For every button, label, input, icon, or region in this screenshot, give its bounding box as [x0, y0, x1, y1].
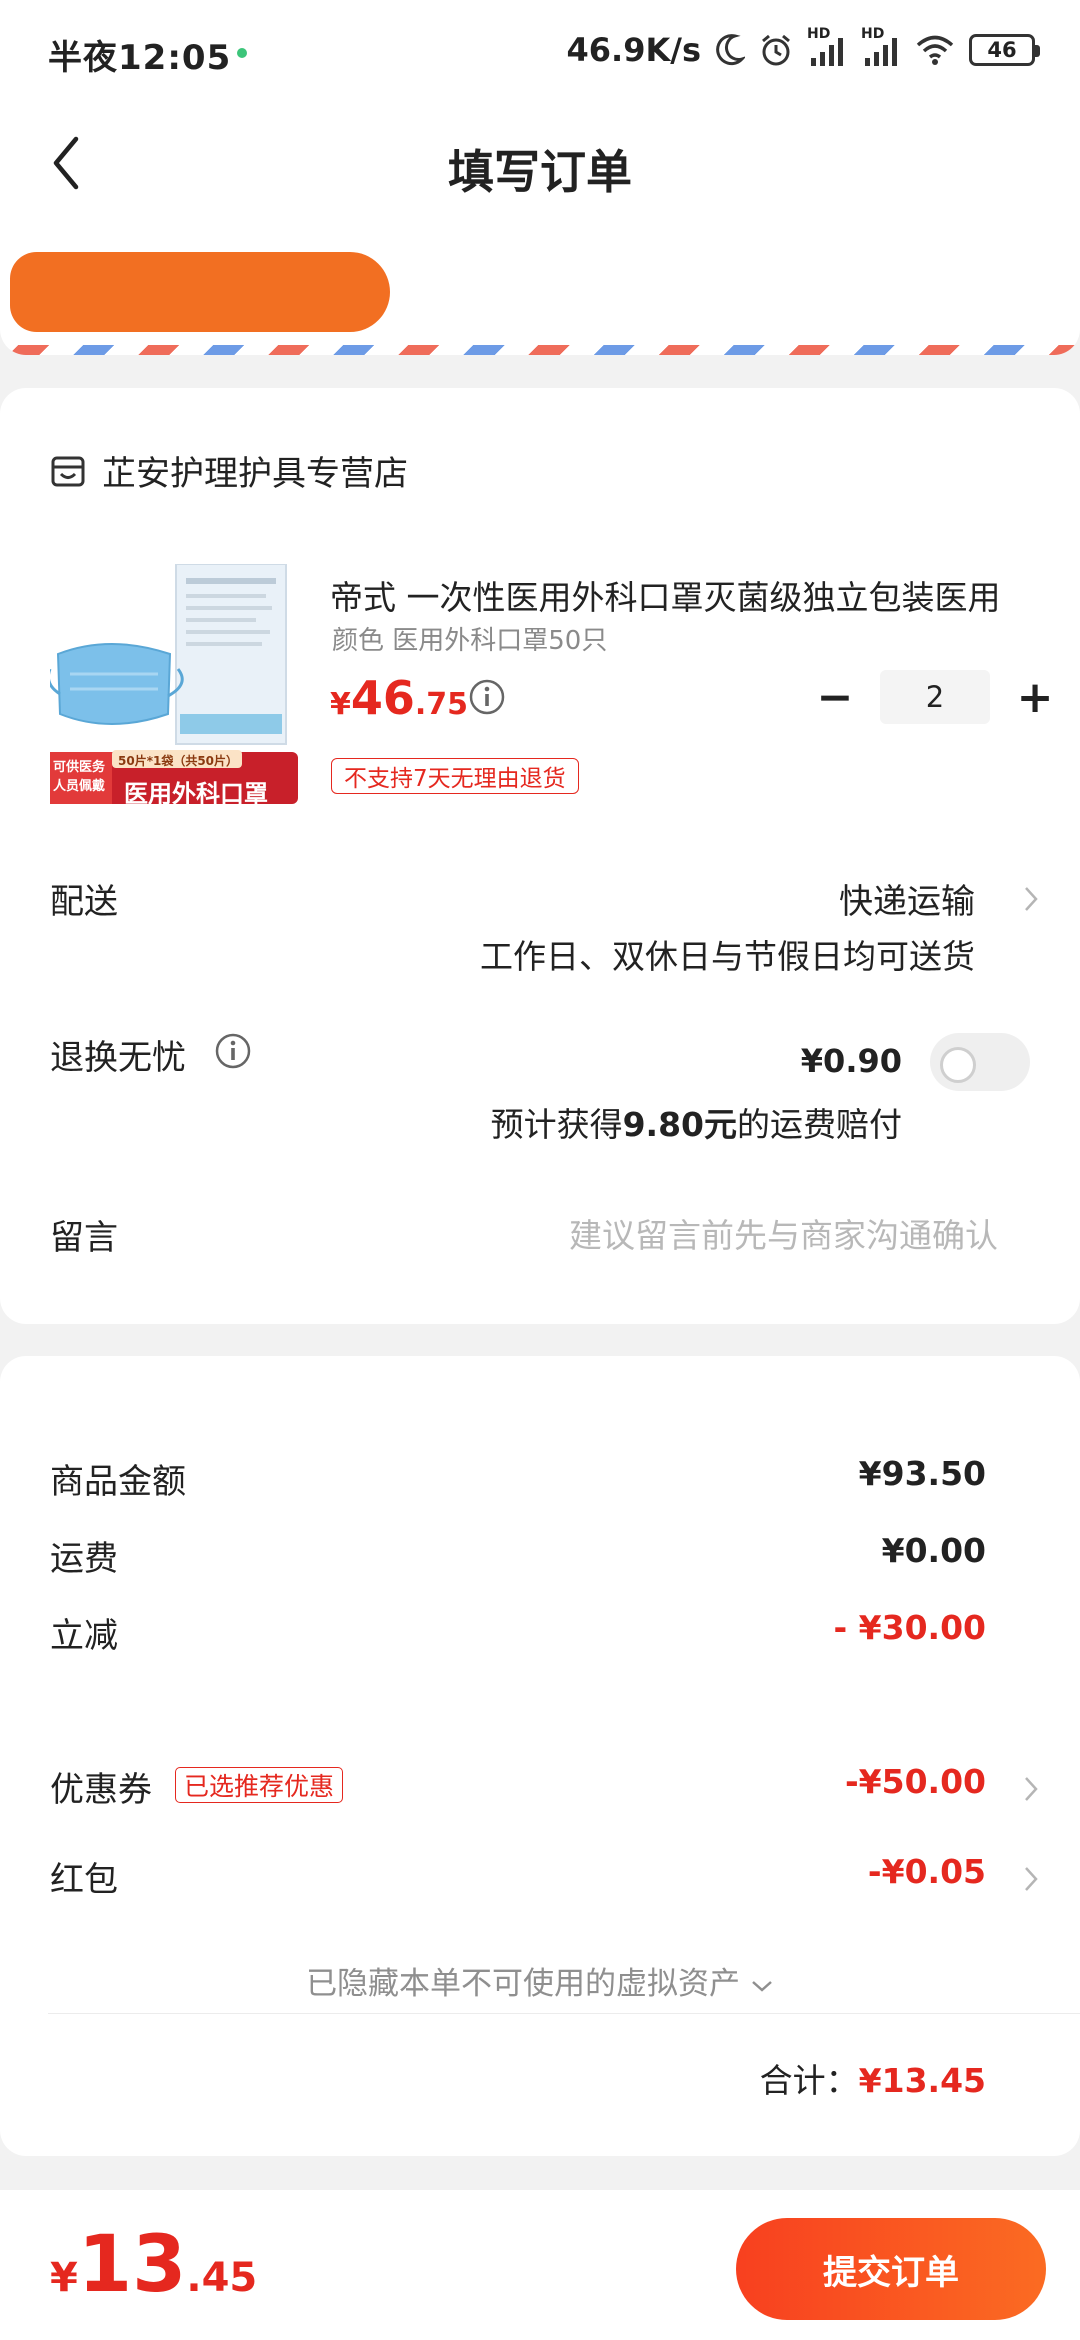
redpacket-value[interactable]: -¥0.05 — [868, 1852, 986, 1891]
delivery-note: 工作日、双休日与节假日均可送货 — [480, 937, 975, 976]
product-price-currency: ¥ — [330, 687, 351, 722]
submit-order-button[interactable]: 提交订单 — [736, 2218, 1046, 2320]
wifi-icon — [916, 35, 954, 65]
hidden-assets-text: 已隐藏本单不可使用的虚拟资产 — [306, 1966, 741, 2002]
redpacket-label: 红包 — [50, 1860, 118, 1900]
exchange-note-amount: 9.80元 — [622, 1105, 737, 1144]
checkout-price: ¥ 13 .45 — [50, 2220, 257, 2310]
product-badge-staff: 可供医务人员佩戴 — [53, 760, 106, 794]
store-card: 芷安护理护具专营店 可供医务人员佩戴 50片*1袋（共50片） 医用外科口罩 帝… — [0, 388, 1080, 1324]
no-return-tag: 不支持7天无理由退货 — [331, 758, 579, 794]
delivery-method[interactable]: 快递运输 — [839, 874, 975, 923]
page-title: 填写订单 — [448, 145, 632, 199]
total-row: 合计： ¥13.45 — [760, 2054, 986, 2102]
quantity-value[interactable]: 2 — [880, 670, 990, 724]
network-speed: 46.9K/s — [566, 31, 701, 69]
notification-dot — [237, 48, 247, 58]
status-time: 半夜12:05 — [48, 38, 232, 78]
coupon-label: 优惠券 — [50, 1770, 152, 1810]
exchange-toggle[interactable] — [930, 1033, 1030, 1091]
product-badge-count: 50片*1袋（共50片） — [118, 754, 239, 768]
product-price-decimal: .75 — [414, 687, 469, 722]
airmail-border — [0, 345, 1080, 355]
store-header[interactable]: 芷安护理护具专营店 — [50, 446, 408, 495]
checkout-price-currency: ¥ — [50, 2255, 78, 2301]
summary-card: 商品金额 ¥93.50 运费 ¥0.00 立减 - ¥30.00 优惠券 已选推… — [0, 1356, 1080, 2156]
checkout-price-integer: 13 — [77, 2220, 187, 2310]
checkout-price-decimal: .45 — [186, 2255, 258, 2301]
checkout-bar: ¥ 13 .45 提交订单 — [0, 2190, 1080, 2340]
signal-1-label: HD — [807, 26, 831, 42]
total-value: ¥13.45 — [858, 2061, 986, 2100]
nav-bar: 填写订单 — [0, 100, 1080, 230]
battery-icon: 46 — [969, 34, 1040, 66]
store-name: 芷安护理护具专营店 — [102, 454, 408, 494]
summary-divider — [48, 2013, 1080, 2014]
chevron-right-icon[interactable] — [1022, 1774, 1040, 1804]
coupon-recommended-tag: 已选推荐优惠 — [175, 1767, 344, 1803]
address-card[interactable] — [0, 230, 1080, 355]
product-spec: 颜色 医用外科口罩50只 — [332, 626, 608, 656]
moon-icon — [716, 34, 745, 66]
signal-2: HD — [861, 26, 901, 68]
total-label: 合计： — [759, 2061, 859, 2100]
message-label: 留言 — [50, 1218, 118, 1258]
exchange-note-prefix: 预计获得 — [490, 1105, 623, 1144]
hidden-assets-toggle[interactable]: 已隐藏本单不可使用的虚拟资产 — [0, 1958, 1080, 2003]
address-redaction — [10, 252, 390, 332]
price-info-icon[interactable] — [468, 678, 506, 716]
exchange-price: ¥0.90 — [800, 1042, 902, 1080]
coupon-value[interactable]: -¥50.00 — [845, 1762, 986, 1801]
increase-quantity-button[interactable]: + — [1010, 672, 1060, 723]
product-badge-type: 医用外科口罩 — [124, 780, 268, 808]
message-input[interactable] — [400, 1210, 1000, 1260]
discount-value: - ¥30.00 — [833, 1608, 986, 1647]
goods-amount-value: ¥93.50 — [858, 1454, 986, 1493]
delivery-label: 配送 — [50, 882, 118, 922]
goods-amount-label: 商品金额 — [50, 1462, 186, 1502]
product-title[interactable]: 帝式 一次性医用外科口罩灭菌级独立包装医用 — [330, 571, 1030, 619]
product-price-integer: 46 — [350, 671, 415, 725]
status-bar: 半夜12:05 46.9K/s HD HD 46 — [0, 0, 1080, 100]
status-indicators: 46.9K/s HD HD 46 — [566, 26, 1040, 72]
exchange-info-icon[interactable] — [214, 1032, 252, 1070]
exchange-note: 预计获得9.80元的运费赔付 — [491, 1098, 902, 1146]
chevron-right-icon[interactable] — [1022, 1864, 1040, 1894]
exchange-label: 退换无忧 — [50, 1038, 186, 1078]
store-icon — [51, 456, 85, 486]
discount-label: 立减 — [50, 1616, 118, 1656]
quantity-stepper: − 2 + — [810, 670, 1060, 724]
product-image[interactable]: 可供医务人员佩戴 50片*1袋（共50片） 医用外科口罩 — [46, 563, 298, 808]
shipping-value: ¥0.00 — [881, 1531, 986, 1570]
signal-1: HD — [807, 26, 847, 68]
signal-2-label: HD — [861, 26, 885, 42]
chevron-down-icon — [752, 1980, 772, 1992]
alarm-icon — [762, 34, 790, 66]
exchange-note-suffix: 的运费赔付 — [737, 1105, 902, 1144]
shipping-label: 运费 — [50, 1539, 118, 1579]
chevron-right-icon[interactable] — [1022, 884, 1040, 914]
decrease-quantity-button[interactable]: − — [810, 672, 860, 723]
product-price: ¥ 46 .75 — [330, 671, 468, 725]
